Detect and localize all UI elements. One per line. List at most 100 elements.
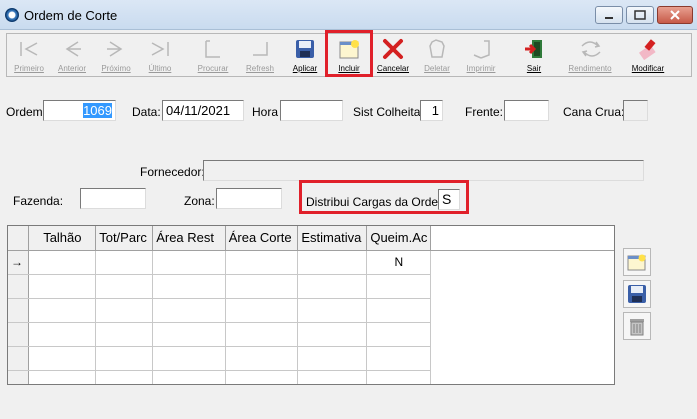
data-field[interactable]: 04/11/2021 (162, 100, 244, 121)
column-header-estimativa[interactable]: Estimativa (297, 226, 368, 251)
distribui-highlight-box (299, 180, 469, 214)
row-indicator (8, 298, 30, 323)
trash-icon (630, 319, 644, 336)
toolbar-button-rendimento[interactable]: Rendimento (559, 35, 621, 75)
grid-cell[interactable] (95, 370, 154, 384)
grid-delete-button[interactable] (623, 312, 651, 340)
grid-cell[interactable] (366, 370, 432, 384)
grid-cell[interactable] (28, 250, 97, 275)
grid-cell[interactable] (225, 274, 299, 299)
grid-cell[interactable] (225, 346, 299, 371)
toolbar-button-ultimo[interactable]: Último (140, 35, 180, 75)
grid-cell[interactable] (28, 322, 97, 347)
grid-cell[interactable] (95, 250, 154, 275)
grid-cell[interactable]: N (366, 250, 432, 275)
grid-cell[interactable] (366, 298, 432, 323)
grid-cell[interactable] (297, 250, 368, 275)
cana-crua-field (623, 100, 648, 121)
grid-cell[interactable] (95, 322, 154, 347)
grid-cell[interactable] (95, 298, 154, 323)
grid-cell[interactable] (366, 274, 432, 299)
search-icon (201, 37, 225, 61)
grid-cell[interactable] (366, 322, 432, 347)
grid-cell[interactable] (152, 370, 226, 384)
grid-corner-cell (8, 226, 30, 251)
grid-cell[interactable] (28, 298, 97, 323)
ordem-label: Ordem (6, 105, 43, 119)
grid-cell[interactable] (225, 250, 299, 275)
talhao-grid[interactable]: Talhão Tot/Parc Área Rest Área Corte Est… (7, 225, 615, 385)
exit-icon (522, 37, 546, 61)
grid-save-button[interactable] (623, 280, 651, 308)
grid-cell[interactable] (297, 370, 368, 384)
table-row[interactable]: → N (8, 250, 614, 275)
grid-cell[interactable] (28, 346, 97, 371)
table-row[interactable] (8, 298, 614, 323)
row-indicator (8, 370, 30, 384)
fazenda-field[interactable] (80, 188, 146, 209)
grid-empty-cell (431, 274, 614, 298)
toolbar-button-sair[interactable]: Sair (514, 35, 554, 75)
zona-field[interactable] (216, 188, 282, 209)
column-header-area-rest[interactable]: Área Rest (152, 226, 226, 251)
column-header-tot-parc[interactable]: Tot/Parc (95, 226, 154, 251)
toolbar-button-modificar[interactable]: Modificar (625, 35, 671, 75)
toolbar-button-proximo[interactable]: Próximo (96, 35, 136, 75)
previous-record-icon (60, 37, 84, 61)
grid-empty-cell (431, 370, 614, 384)
toolbar-button-primeiro[interactable]: Primeiro (9, 35, 49, 75)
grid-cell[interactable] (297, 346, 368, 371)
grid-cell[interactable] (152, 298, 226, 323)
column-header-queim-ac[interactable]: Queim.Ac (366, 226, 432, 251)
grid-cell[interactable] (95, 346, 154, 371)
maximize-button[interactable] (626, 6, 654, 24)
toolbar-button-procurar[interactable]: Procurar (193, 35, 233, 75)
sist-colheita-label: Sist Colheita: (353, 105, 424, 119)
table-row[interactable] (8, 370, 614, 384)
grid-cell[interactable] (297, 298, 368, 323)
toolbar-button-imprimir[interactable]: Imprimir (461, 35, 501, 75)
close-button[interactable] (657, 6, 693, 24)
grid-cell[interactable] (225, 322, 299, 347)
frente-field[interactable] (504, 100, 549, 121)
row-indicator (8, 322, 30, 347)
sist-colheita-field[interactable]: 1 (420, 100, 443, 121)
grid-empty-cell (431, 346, 614, 370)
toolbar-label: Procurar (197, 64, 229, 73)
grid-new-row-button[interactable] (623, 248, 651, 276)
save-icon (293, 37, 317, 61)
grid-cell[interactable] (28, 370, 97, 384)
grid-cell[interactable] (152, 322, 226, 347)
grid-header-row: Talhão Tot/Parc Área Rest Área Corte Est… (8, 226, 614, 251)
grid-cell[interactable] (152, 250, 226, 275)
grid-cell[interactable] (152, 346, 226, 371)
toolbar-button-cancelar[interactable]: Cancelar (373, 35, 413, 75)
table-row[interactable] (8, 274, 614, 299)
grid-cell[interactable] (297, 322, 368, 347)
toolbar-button-refresh[interactable]: Refresh (240, 35, 280, 75)
toolbar-button-aplicar[interactable]: Aplicar (285, 35, 325, 75)
toolbar-button-deletar[interactable]: Deletar (417, 35, 457, 75)
grid-cell[interactable] (366, 346, 432, 371)
ordem-field[interactable]: 1069 (43, 100, 116, 121)
toolbar-button-anterior[interactable]: Anterior (52, 35, 92, 75)
grid-cell[interactable] (225, 298, 299, 323)
grid-empty-cell (431, 322, 614, 346)
grid-cell[interactable] (28, 274, 97, 299)
hora-field[interactable] (280, 100, 343, 121)
grid-cell[interactable] (95, 274, 154, 299)
toolbar-label: Próximo (101, 64, 131, 73)
fornecedor-label: Fornecedor: (140, 165, 205, 179)
first-record-icon (17, 37, 41, 61)
column-header-area-corte[interactable]: Área Corte (225, 226, 299, 251)
minimize-button[interactable] (595, 6, 623, 24)
grid-cell[interactable] (152, 274, 226, 299)
table-row[interactable] (8, 346, 614, 371)
column-header-talhao[interactable]: Talhão (28, 226, 97, 251)
grid-cell[interactable] (225, 370, 299, 384)
grid-cell[interactable] (297, 274, 368, 299)
toolbar-label: Aplicar (292, 64, 318, 73)
toolbar-label: Último (148, 64, 172, 73)
table-row[interactable] (8, 322, 614, 347)
toolbar-label: Modificar (631, 64, 665, 73)
